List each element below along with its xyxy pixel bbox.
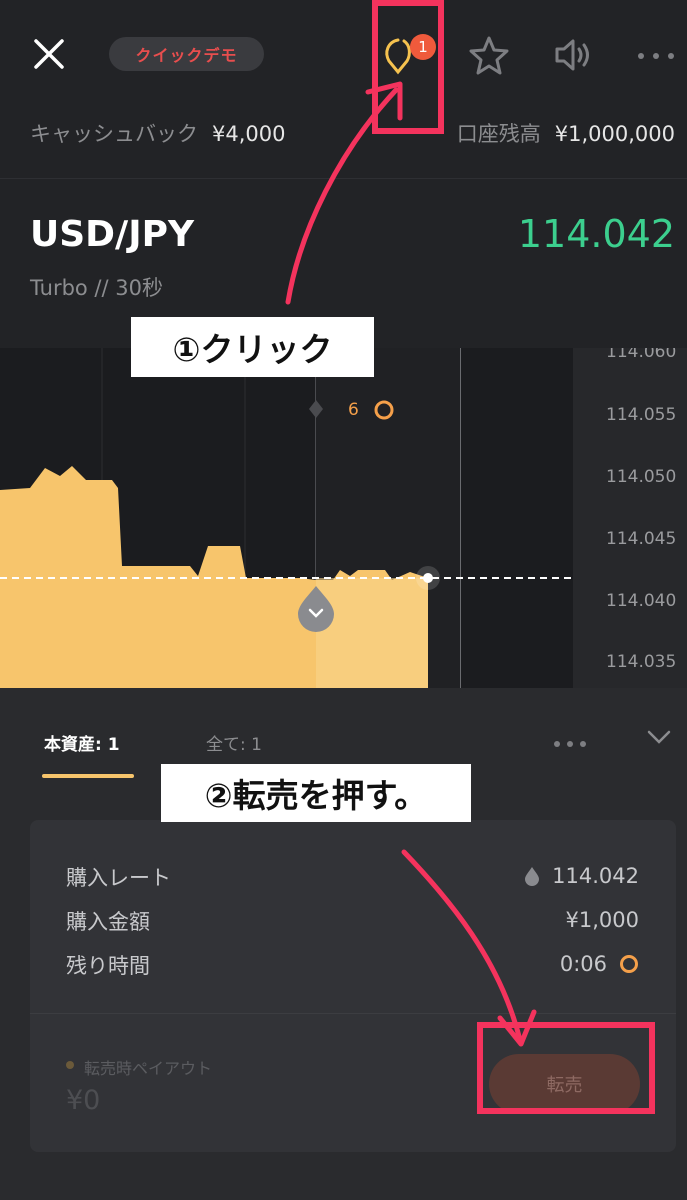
annotation-step1: ①クリック [131, 317, 374, 377]
annotation-arrows [285, 81, 537, 1047]
annotation-step2: ②転売を押す。 [161, 764, 471, 822]
